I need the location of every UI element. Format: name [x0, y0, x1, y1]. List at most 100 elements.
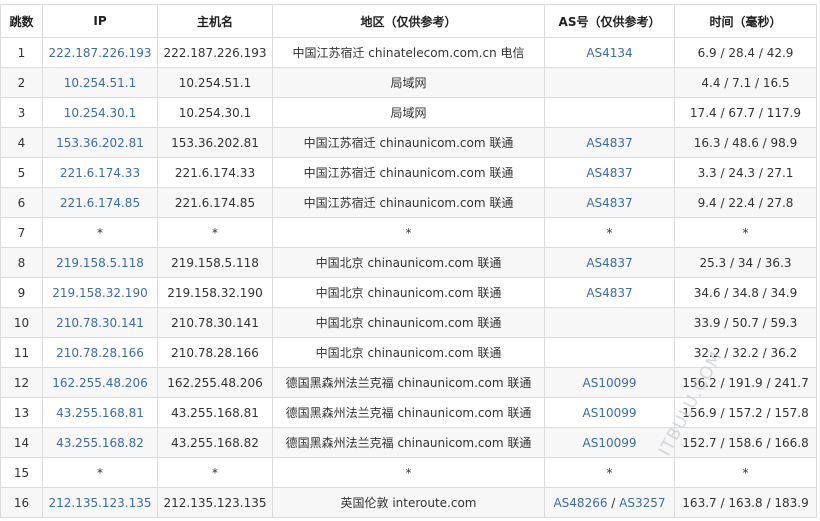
- hostname-cell: *: [157, 217, 273, 248]
- hop-number-cell: 3: [0, 97, 43, 128]
- latency: 9.4 / 22.4 / 27.8: [697, 195, 794, 210]
- region-cell: 中国江苏宿迁 chinaunicom.com 联通: [272, 157, 545, 188]
- region-cell: 德国黑森州法兰克福 chinaunicom.com 联通: [272, 367, 545, 398]
- latency-cell: *: [674, 217, 817, 248]
- hop-number: 8: [17, 255, 26, 270]
- region-cell: *: [272, 457, 545, 488]
- as-link-cell: *: [544, 217, 675, 248]
- latency: 32.2 / 32.2 / 36.2: [693, 345, 798, 360]
- hostname-cell: 10.254.30.1: [157, 97, 273, 128]
- hostname: 210.78.30.141: [171, 315, 259, 330]
- latency-cell: 34.6 / 34.8 / 34.9: [674, 277, 817, 308]
- table-row: 8 219.158.5.118 219.158.5.118 中国北京 chinauni…: [0, 247, 817, 278]
- as-link[interactable]: AS4837: [586, 256, 632, 270]
- ip-link-cell: 10.254.51.1: [42, 67, 158, 98]
- region: *: [405, 465, 412, 480]
- table-row: 5 221.6.174.33 221.6.174.33 中国江苏宿迁 chinauni…: [0, 157, 817, 188]
- ip-link[interactable]: 10.254.51.1: [64, 76, 137, 90]
- latency: 152.7 / 158.6 / 166.8: [682, 435, 809, 450]
- hop-number-cell: 10: [0, 307, 43, 338]
- as-link[interactable]: AS4837: [586, 166, 632, 180]
- region-cell: 德国黑森州法兰克福 chinaunicom.com 联通: [272, 427, 545, 458]
- table-row: 1 222.187.226.193 222.187.226.193 中国江苏宿迁 ch…: [0, 37, 817, 68]
- hop-number-cell: 7: [0, 217, 43, 248]
- ip-link[interactable]: 153.36.202.81: [56, 136, 144, 150]
- hop-number-cell: 5: [0, 157, 43, 188]
- ip-link[interactable]: 219.158.5.118: [56, 256, 144, 270]
- ip-link[interactable]: 219.158.32.190: [52, 286, 147, 300]
- latency: 156.2 / 191.9 / 241.7: [682, 375, 809, 390]
- header-ip: IP: [42, 4, 158, 38]
- hop-number: 10: [13, 315, 30, 330]
- latency-cell: 16.3 / 48.6 / 98.9: [674, 127, 817, 158]
- ip-link-cell: 153.36.202.81: [42, 127, 158, 158]
- latency: 163.7 / 163.8 / 183.9: [682, 495, 809, 510]
- latency-cell: 6.9 / 28.4 / 42.9: [674, 37, 817, 68]
- hop-number-cell: 12: [0, 367, 43, 398]
- ip-link[interactable]: 221.6.174.85: [60, 196, 140, 210]
- ip-link: *: [97, 225, 103, 240]
- region: 中国江苏宿迁 chinaunicom.com 联通: [303, 196, 514, 210]
- as-link[interactable]: AS10099: [583, 406, 637, 420]
- as-link[interactable]: AS10099: [583, 436, 637, 450]
- as-link[interactable]: AS10099: [583, 376, 637, 390]
- hop-number-cell: 14: [0, 427, 43, 458]
- as-link-cell: AS4837: [544, 247, 675, 278]
- region-cell: 中国江苏宿迁 chinaunicom.com 联通: [272, 187, 545, 218]
- as-link[interactable]: AS4837: [586, 196, 632, 210]
- ip-link-cell: 210.78.28.166: [42, 337, 158, 368]
- region-cell: 中国北京 chinaunicom.com 联通: [272, 277, 545, 308]
- hostname: *: [212, 225, 218, 240]
- hop-number: 12: [13, 375, 30, 390]
- hostname-cell: 162.255.48.206: [157, 367, 273, 398]
- table-row: 2 10.254.51.1 10.254.51.1 局域网 4.4 / 7.1 / 16…: [0, 67, 817, 98]
- latency: 4.4 / 7.1 / 16.5: [701, 75, 790, 90]
- table-row: 6 221.6.174.85 221.6.174.85 中国江苏宿迁 chinauni…: [0, 187, 817, 218]
- hostname-cell: 219.158.32.190: [157, 277, 273, 308]
- hop-number-cell: 11: [0, 337, 43, 368]
- as-link-secondary[interactable]: AS3257: [619, 496, 665, 510]
- latency-cell: 163.7 / 163.8 / 183.9: [674, 487, 817, 518]
- ip-link[interactable]: 210.78.30.141: [56, 316, 144, 330]
- ip-link[interactable]: 43.255.168.82: [56, 436, 144, 450]
- as-link[interactable]: AS48266: [553, 496, 607, 510]
- hop-number: 14: [13, 435, 30, 450]
- as-link[interactable]: AS4837: [586, 286, 632, 300]
- as-link-cell: [544, 97, 675, 128]
- ip-link[interactable]: 212.135.123.135: [48, 496, 151, 510]
- hostname-cell: 210.78.28.166: [157, 337, 273, 368]
- as-link-cell: *: [544, 457, 675, 488]
- hop-number-cell: 16: [0, 487, 43, 518]
- ip-link-cell: 212.135.123.135: [42, 487, 158, 518]
- ip-link[interactable]: 43.255.168.81: [56, 406, 144, 420]
- latency: *: [742, 465, 749, 480]
- region: *: [405, 225, 412, 240]
- as-link-cell: AS10099: [544, 367, 675, 398]
- table-row: 13 43.255.168.81 43.255.168.81 德国黑森州法兰克福 ch…: [0, 397, 817, 428]
- ip-link[interactable]: 210.78.28.166: [56, 346, 144, 360]
- latency-cell: 152.7 / 158.6 / 166.8: [674, 427, 817, 458]
- hostname: 10.254.30.1: [178, 105, 252, 120]
- ip-link[interactable]: 10.254.30.1: [64, 106, 137, 120]
- as-link[interactable]: AS4134: [586, 46, 632, 60]
- hostname-cell: *: [157, 457, 273, 488]
- hop-number: 6: [17, 195, 26, 210]
- latency: 17.4 / 67.7 / 117.9: [689, 105, 802, 120]
- hostname: 153.36.202.81: [171, 135, 259, 150]
- as-link[interactable]: AS4837: [586, 136, 632, 150]
- hostname-cell: 210.78.30.141: [157, 307, 273, 338]
- ip-link[interactable]: 221.6.174.33: [60, 166, 140, 180]
- region: 中国江苏宿迁 chinaunicom.com 联通: [303, 136, 514, 150]
- ip-link-cell: *: [42, 457, 158, 488]
- latency: 3.3 / 24.3 / 27.1: [697, 165, 794, 180]
- hostname: 43.255.168.81: [171, 405, 259, 420]
- region: 德国黑森州法兰克福 chinaunicom.com 联通: [285, 376, 532, 390]
- ip-link[interactable]: 162.255.48.206: [52, 376, 147, 390]
- ip-link[interactable]: 222.187.226.193: [48, 46, 151, 60]
- latency-cell: 17.4 / 67.7 / 117.9: [674, 97, 817, 128]
- hop-number-cell: 6: [0, 187, 43, 218]
- header-hostname: 主机名: [157, 4, 273, 38]
- as-link: *: [606, 225, 613, 240]
- ip-link-cell: *: [42, 217, 158, 248]
- latency: 34.6 / 34.8 / 34.9: [693, 285, 798, 300]
